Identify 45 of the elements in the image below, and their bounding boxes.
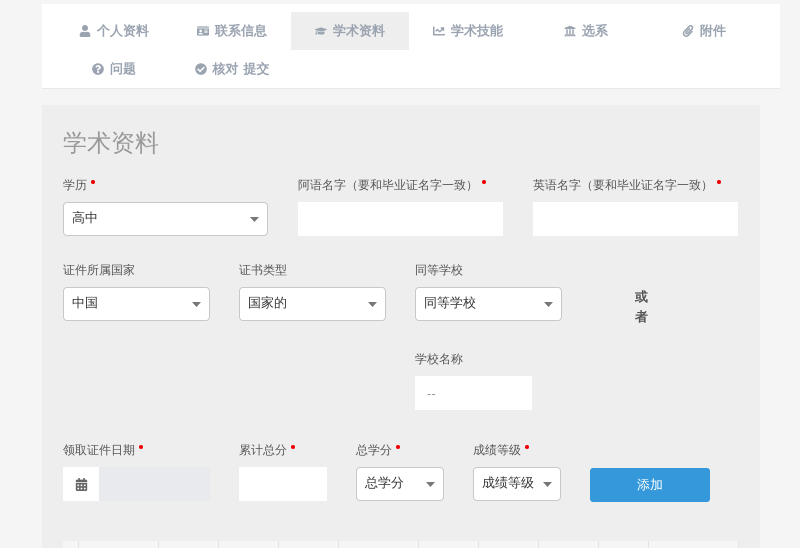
bank-icon [564, 25, 576, 37]
id-card-icon [197, 25, 209, 37]
field-label: 证书类型 [239, 262, 288, 279]
or-text: 或者 [635, 289, 648, 326]
field-label: 英语名字（要和毕业证名字一致） [533, 177, 738, 194]
caret-icon [192, 302, 201, 307]
caret-icon [544, 302, 553, 307]
user-icon [79, 25, 91, 37]
calendar-icon [74, 478, 88, 490]
tab[interactable]: 学术技能 [409, 12, 527, 50]
input-field[interactable]: -- [415, 376, 532, 410]
field-label: 领取证件日期 [63, 442, 210, 459]
caret-icon [543, 482, 552, 487]
field-label: 证件所属国家 [63, 262, 136, 279]
tab[interactable]: 学术资料 [291, 12, 409, 50]
tab[interactable]: 个人资料 [55, 12, 173, 50]
dropdown[interactable]: 同等学校 [415, 287, 562, 321]
tab[interactable]: 选系 [527, 12, 645, 50]
section-title: 学术资料 [63, 128, 160, 159]
dropdown[interactable]: 成绩等级 [473, 467, 561, 501]
caret-icon [426, 482, 435, 487]
field-label: 阿语名字（要和毕业证名字一致） [298, 177, 503, 194]
caret-icon [250, 217, 259, 222]
caret-icon [368, 302, 377, 307]
dropdown[interactable]: 高中 [63, 202, 268, 236]
checkmark-icon [194, 63, 207, 75]
calendar-button[interactable] [63, 467, 99, 501]
tab[interactable]: 附件 [645, 12, 763, 50]
add-button[interactable]: 添加 [590, 468, 710, 502]
dropdown[interactable]: 国家的 [239, 287, 386, 321]
tab[interactable]: 核对 提交 [173, 50, 291, 88]
paperclip-icon [682, 25, 694, 37]
tab[interactable]: 问题 [55, 50, 173, 88]
field-label: 学校名称 [415, 351, 464, 368]
field-label: 累计总分 [239, 442, 327, 459]
tab[interactable]: 联系信息 [173, 12, 291, 50]
help-icon [92, 63, 104, 75]
dropdown[interactable]: 总学分 [356, 467, 444, 501]
line-chart-icon [433, 25, 445, 37]
field-label: 成绩等级 [473, 442, 561, 459]
graduation-cap-icon [315, 25, 327, 37]
field-label: 总学分 [356, 442, 444, 459]
field-label: 学历 [63, 177, 268, 194]
dropdown[interactable]: 中国 [63, 287, 210, 321]
field-label: 同等学校 [415, 262, 464, 279]
